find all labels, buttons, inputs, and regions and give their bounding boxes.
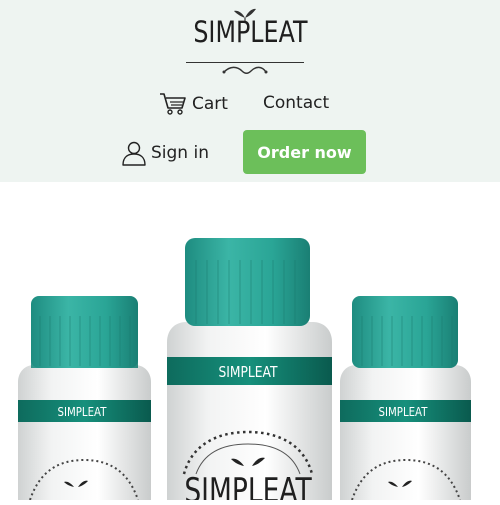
nav-contact-link[interactable]: Contact	[263, 93, 329, 113]
site-header: SIMPLEAT Cart Contact Sign in Order now	[0, 0, 500, 182]
cart-icon	[160, 93, 186, 115]
nav-cart-link[interactable]: Cart	[159, 91, 228, 117]
nav-signin-link[interactable]: Sign in	[121, 140, 209, 166]
logo-underline	[186, 62, 304, 63]
cart-label: Cart	[192, 94, 228, 114]
hero-image: SIMPLEAT SIMPLEAT SIMPLEAT SIMPLEAT	[0, 182, 500, 505]
bottle-left: SIMPLEAT	[18, 296, 151, 501]
bottle-center-logo: SIMPLEAT	[184, 472, 312, 500]
signin-label: Sign in	[151, 143, 209, 163]
user-icon	[122, 141, 146, 166]
bottle-left-label: SIMPLEAT	[58, 405, 107, 419]
brand-name: SIMPLEAT	[193, 15, 308, 49]
bottle-right: SIMPLEAT	[340, 296, 471, 501]
bottle-center: SIMPLEAT SIMPLEAT	[167, 238, 332, 505]
bottle-right-label: SIMPLEAT	[379, 405, 428, 419]
brand-logo[interactable]: SIMPLEAT	[182, 4, 308, 80]
order-now-button[interactable]: Order now	[243, 130, 366, 174]
product-bottles-image: SIMPLEAT SIMPLEAT SIMPLEAT SIMPLEAT	[18, 238, 471, 505]
bottle-center-label: SIMPLEAT	[218, 364, 278, 381]
